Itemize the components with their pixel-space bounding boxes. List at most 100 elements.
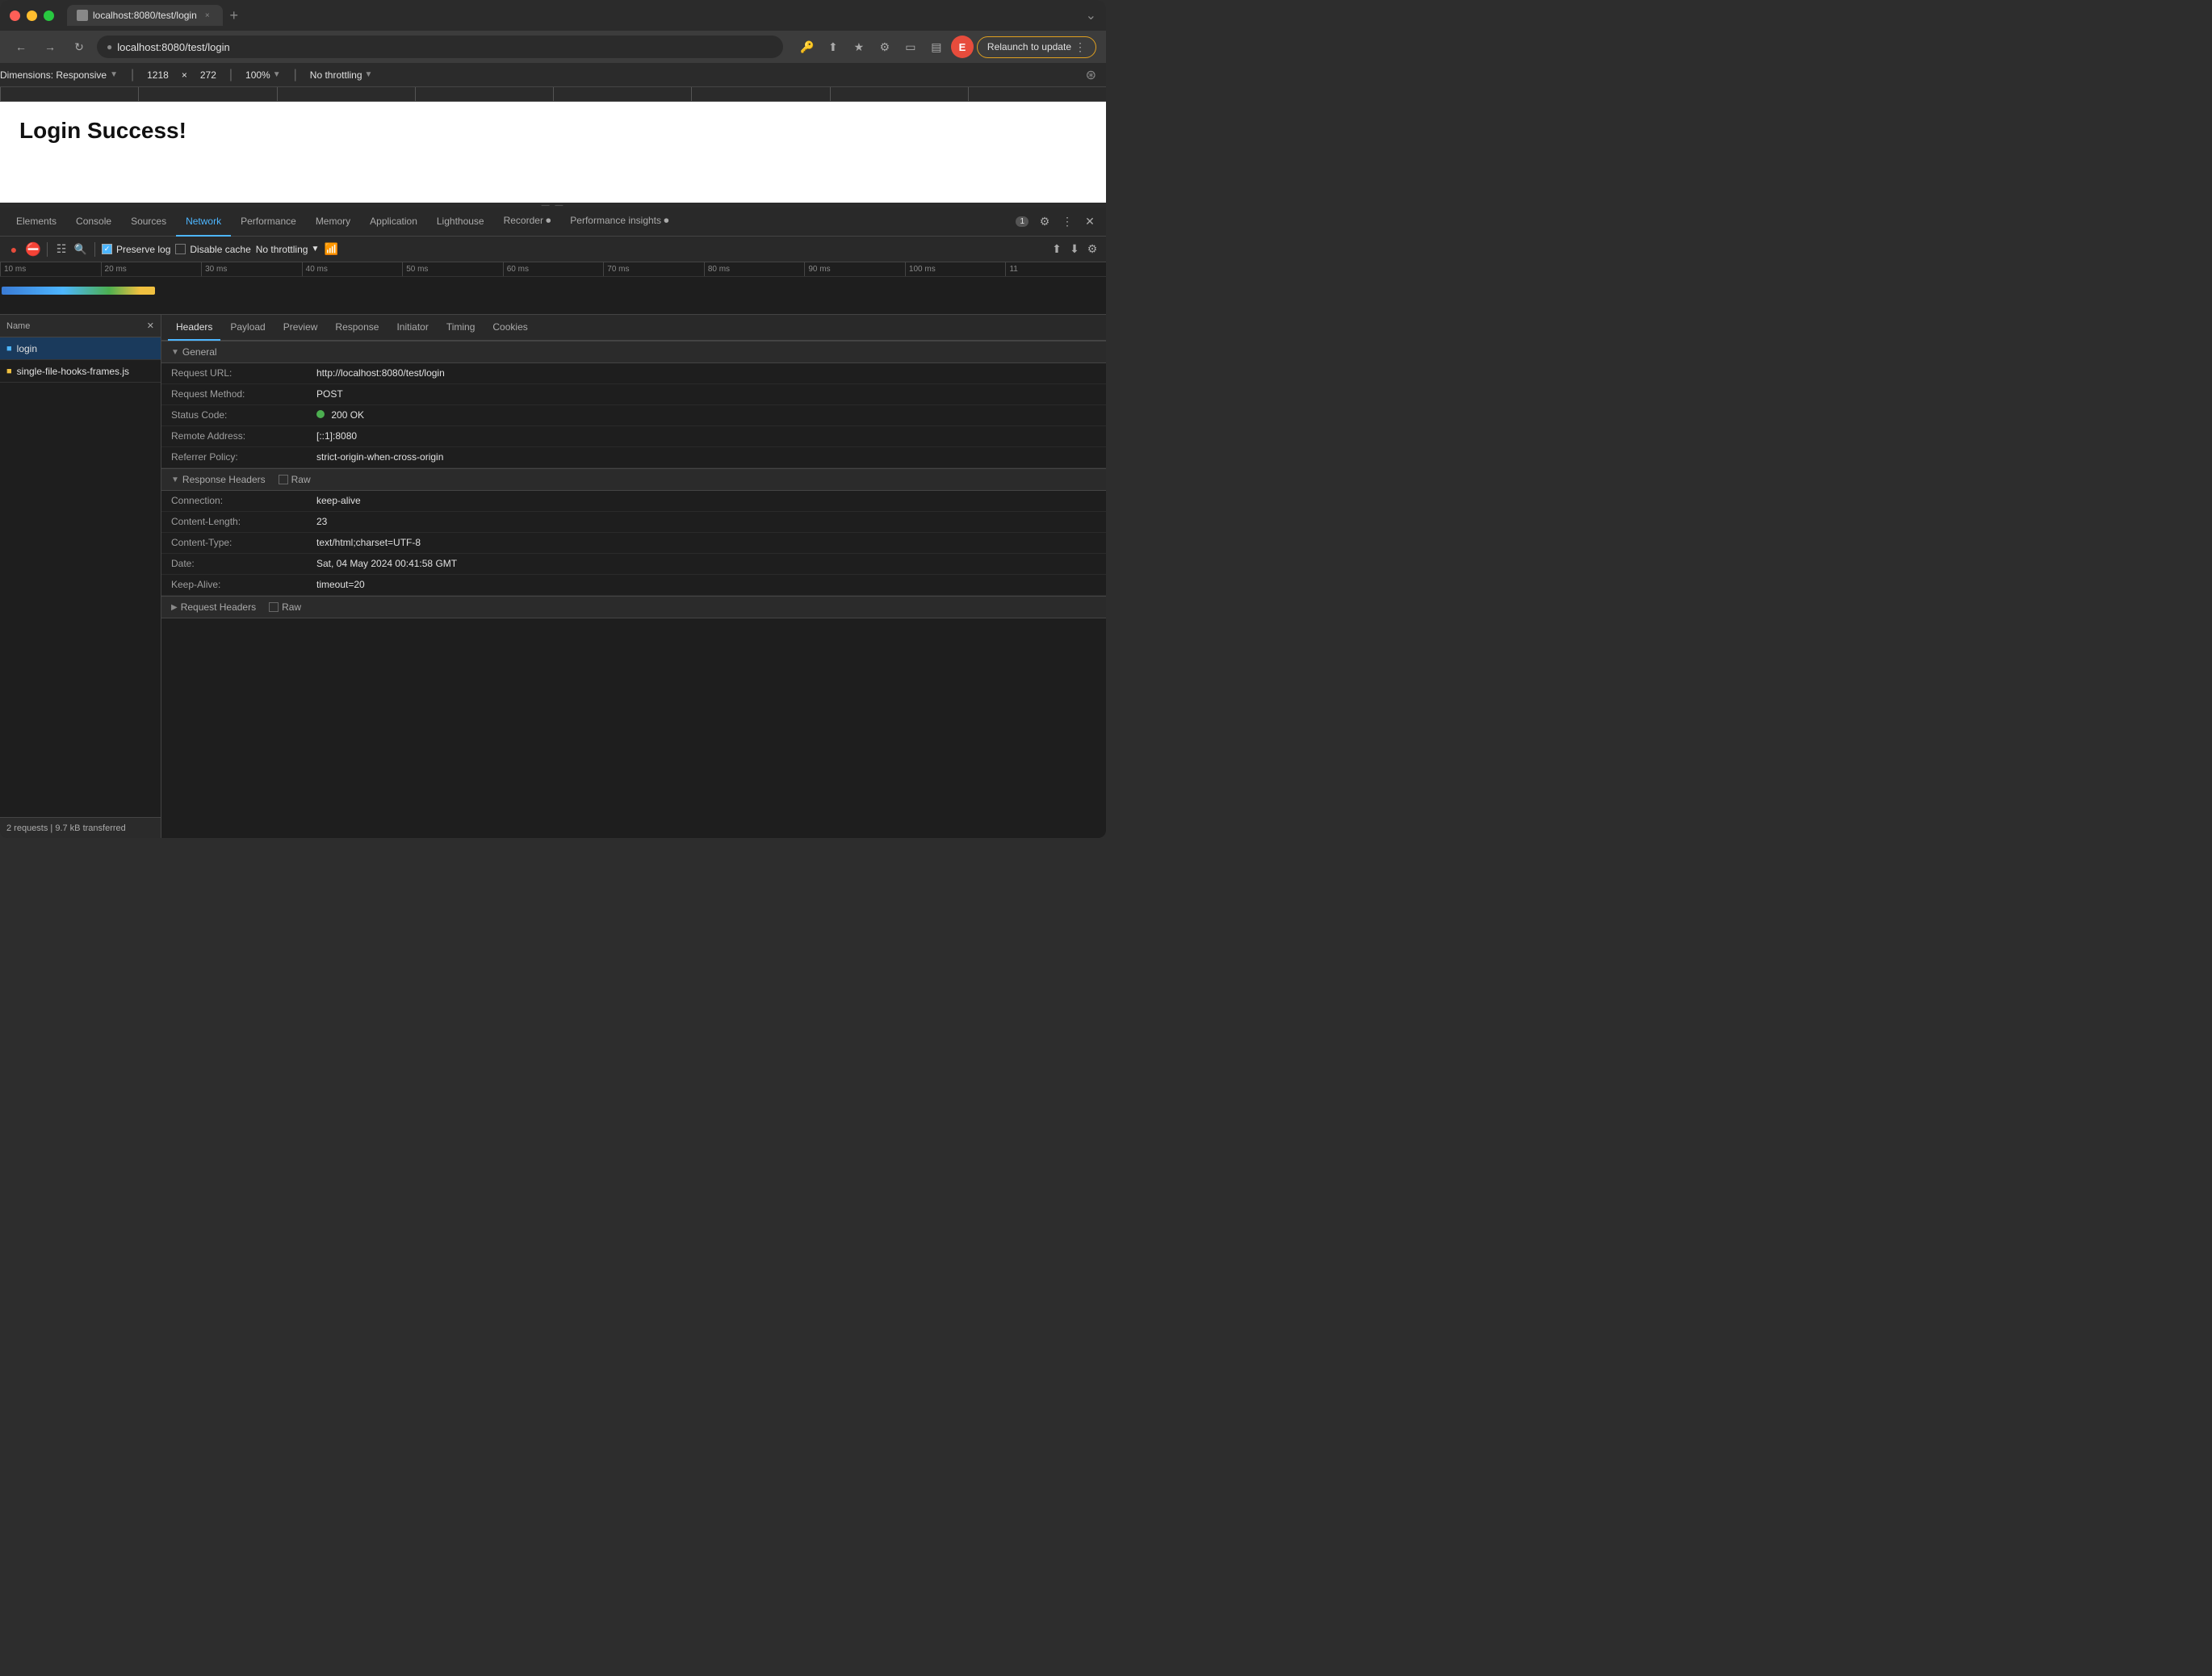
share-icon[interactable]: ⬆ xyxy=(822,36,844,58)
key-icon[interactable]: 🔑 xyxy=(796,36,819,58)
details-tab-timing[interactable]: Timing xyxy=(438,315,484,341)
raw-checkbox-label[interactable]: Raw xyxy=(279,474,311,485)
tab-recorder[interactable]: Recorder ⏺ xyxy=(494,207,561,237)
profile-icon[interactable]: E xyxy=(951,36,974,58)
tab-elements[interactable]: Elements xyxy=(6,207,66,237)
raw-checkbox-wrapper: Raw xyxy=(279,474,311,485)
ruler-tick xyxy=(691,87,829,101)
x-text: × xyxy=(182,69,187,81)
disable-cache-text: Disable cache xyxy=(190,244,250,255)
payload-tab-label: Payload xyxy=(230,321,265,333)
tab-network[interactable]: Network xyxy=(176,207,231,237)
preserve-log-label[interactable]: ✓ Preserve log xyxy=(102,244,170,255)
request-raw-checkbox-label[interactable]: Raw xyxy=(269,601,301,613)
raw-checkbox-input[interactable] xyxy=(279,475,288,484)
network-timeline: 10 ms 20 ms 30 ms 40 ms 50 ms 60 ms 70 m… xyxy=(0,262,1106,315)
tick-40ms: 40 ms xyxy=(302,262,403,276)
dimensions-arrow-icon: ▼ xyxy=(110,70,118,79)
clear-icon[interactable]: ⛔ xyxy=(26,242,40,257)
tab-performance-insights[interactable]: Performance insights ⏺ xyxy=(560,207,678,237)
response-headers-section-label: Response Headers xyxy=(182,474,266,485)
cast-icon[interactable]: ▭ xyxy=(899,36,922,58)
devtools-more-icon[interactable]: ⋮ xyxy=(1058,212,1077,232)
nav-icons: 🔑 ⬆ ★ ⚙ ▭ ▤ E Relaunch to update ⋮ xyxy=(796,36,1096,58)
request-raw-checkbox-input[interactable] xyxy=(269,602,279,612)
reload-button[interactable]: ↻ xyxy=(68,36,90,58)
date-value: Sat, 04 May 2024 00:41:58 GMT xyxy=(316,558,1096,569)
width-value: 1218 xyxy=(147,69,169,81)
tab-lighthouse[interactable]: Lighthouse xyxy=(427,207,494,237)
throttle-dropdown[interactable]: No throttling ▼ xyxy=(256,244,320,255)
response-tab-label: Response xyxy=(335,321,379,333)
cookies-tab-label: Cookies xyxy=(492,321,527,333)
disable-cache-label[interactable]: Disable cache xyxy=(175,244,250,255)
details-tab-payload[interactable]: Payload xyxy=(222,315,273,341)
headers-tab-label: Headers xyxy=(176,321,212,333)
wifi-icon[interactable]: 📶 xyxy=(324,242,338,257)
request-method-value: POST xyxy=(316,388,1096,400)
close-button[interactable] xyxy=(10,10,20,21)
date-key: Date: xyxy=(171,558,316,569)
minimize-button[interactable] xyxy=(27,10,37,21)
maximize-button[interactable] xyxy=(44,10,54,21)
new-tab-button[interactable]: + xyxy=(223,4,245,27)
list-close-icon[interactable]: ✕ xyxy=(147,321,154,331)
request-item-js[interactable]: ■ single-file-hooks-frames.js xyxy=(0,360,161,383)
response-headers-section-header[interactable]: ▼ Response Headers Raw xyxy=(161,468,1106,491)
ruler-tick xyxy=(968,87,1106,101)
reader-mode-icon[interactable]: ▤ xyxy=(925,36,948,58)
address-bar[interactable]: ● localhost:8080/test/login xyxy=(97,36,783,58)
relaunch-menu-icon: ⋮ xyxy=(1075,40,1086,54)
tab-close-button[interactable]: × xyxy=(202,10,213,21)
details-tab-initiator[interactable]: Initiator xyxy=(388,315,436,341)
preview-tab-label: Preview xyxy=(283,321,318,333)
connection-row: Connection: keep-alive xyxy=(161,491,1106,512)
request-item-login[interactable]: ■ login xyxy=(0,337,161,360)
ruler-tick xyxy=(138,87,276,101)
toolbar-divider2 xyxy=(94,242,95,257)
details-tab-headers[interactable]: Headers xyxy=(168,315,220,341)
dimensions-label: Dimensions: Responsive xyxy=(0,69,107,81)
active-tab[interactable]: localhost:8080/test/login × xyxy=(67,5,223,26)
bookmark-icon[interactable]: ★ xyxy=(848,36,870,58)
devtools-settings-icon[interactable]: ⚙ xyxy=(1035,212,1054,232)
general-section-header[interactable]: ▼ General xyxy=(161,341,1106,363)
dimensions-selector[interactable]: Dimensions: Responsive ▼ xyxy=(0,69,118,81)
forward-button[interactable]: → xyxy=(39,36,61,58)
network-settings-icon[interactable]: ⚙ xyxy=(1085,242,1100,257)
tab-performance[interactable]: Performance xyxy=(231,207,306,237)
ruler-tick xyxy=(553,87,691,101)
timeline-ruler: 10 ms 20 ms 30 ms 40 ms 50 ms 60 ms 70 m… xyxy=(0,262,1106,277)
tick-60ms: 60 ms xyxy=(503,262,604,276)
details-tab-response[interactable]: Response xyxy=(327,315,387,341)
relaunch-button[interactable]: Relaunch to update ⋮ xyxy=(977,36,1096,58)
ruler-area xyxy=(0,87,1106,102)
preserve-log-checkbox[interactable]: ✓ xyxy=(102,244,112,254)
devtools-close-icon[interactable]: ✕ xyxy=(1080,212,1100,232)
request-list-header: Name ✕ xyxy=(0,315,161,337)
details-tab-cookies[interactable]: Cookies xyxy=(484,315,535,341)
request-raw-checkbox-wrapper: Raw xyxy=(269,601,301,613)
search-icon[interactable]: 🔍 xyxy=(73,242,88,257)
browser-window: localhost:8080/test/login × + ⌄ ← → ↻ ● … xyxy=(0,0,1106,838)
import-icon[interactable]: ⬆ xyxy=(1049,242,1064,257)
export-icon[interactable]: ⬇ xyxy=(1067,242,1082,257)
toolbar-divider xyxy=(47,242,48,257)
tab-console[interactable]: Console xyxy=(66,207,121,237)
disable-cache-checkbox[interactable] xyxy=(175,244,186,254)
tab-memory[interactable]: Memory xyxy=(306,207,360,237)
content-length-key: Content-Length: xyxy=(171,516,316,527)
details-tab-preview[interactable]: Preview xyxy=(275,315,326,341)
zoom-selector[interactable]: 100% ▼ xyxy=(245,69,281,81)
throttle-selector[interactable]: No throttling ▼ xyxy=(310,69,373,81)
content-type-key: Content-Type: xyxy=(171,537,316,548)
back-button[interactable]: ← xyxy=(10,36,32,58)
tab-sources[interactable]: Sources xyxy=(121,207,176,237)
filter-icon[interactable]: ☷ xyxy=(54,242,69,257)
rotate-icon[interactable]: ⊛ xyxy=(1086,67,1096,83)
tab-application[interactable]: Application xyxy=(360,207,427,237)
extension-icon[interactable]: ⚙ xyxy=(873,36,896,58)
record-icon[interactable]: ● xyxy=(6,242,21,257)
request-headers-section-header[interactable]: ▶ Request Headers Raw xyxy=(161,596,1106,618)
referrer-policy-value: strict-origin-when-cross-origin xyxy=(316,451,1096,463)
